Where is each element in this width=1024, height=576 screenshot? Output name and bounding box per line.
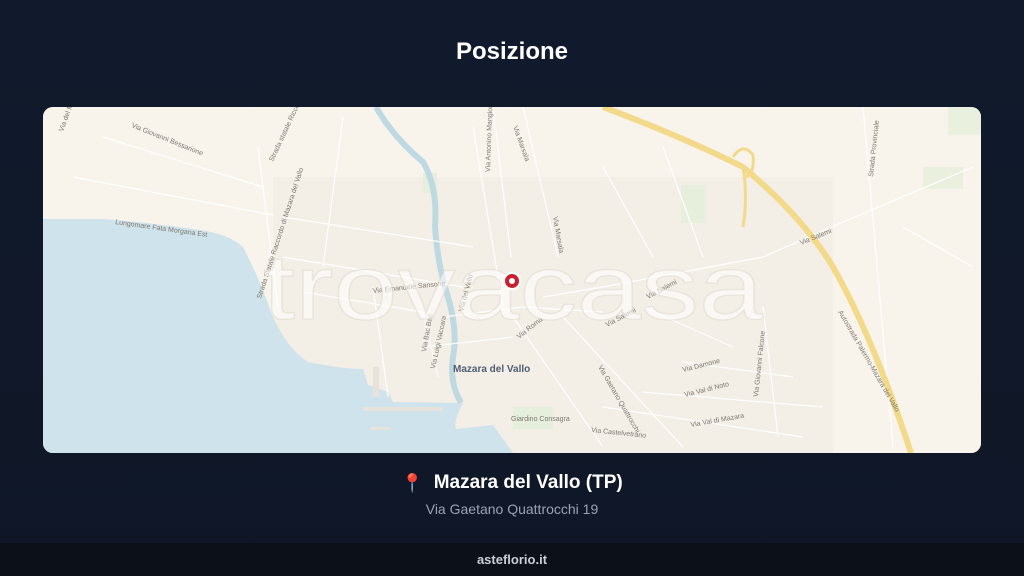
map-pin-icon: 📍 — [401, 472, 424, 493]
location-line: 📍 Mazara del Vallo (TP) — [401, 472, 622, 494]
location-summary: 📍 Mazara del Vallo (TP) — [0, 472, 1024, 494]
pier — [371, 427, 391, 430]
pier — [373, 367, 379, 397]
location-city: Mazara del Vallo (TP) — [433, 472, 623, 493]
park-area — [948, 107, 981, 135]
location-marker[interactable] — [503, 272, 521, 290]
footer-site: asteflorio.it — [0, 543, 1024, 576]
marker-center — [509, 278, 515, 284]
page-title: Posizione — [455, 38, 569, 65]
city-label: Mazara del Vallo — [453, 364, 530, 375]
map-canvas[interactable]: Via del Mare Via Giovanni Bessarione Str… — [43, 107, 981, 453]
street-label: Giardino Consagra — [511, 416, 570, 423]
map[interactable]: Via del Mare Via Giovanni Bessarione Str… — [43, 107, 981, 453]
location-address: Via Gaetano Quattrocchi 19 — [425, 501, 599, 517]
park-area — [681, 185, 705, 223]
pier — [363, 407, 443, 411]
